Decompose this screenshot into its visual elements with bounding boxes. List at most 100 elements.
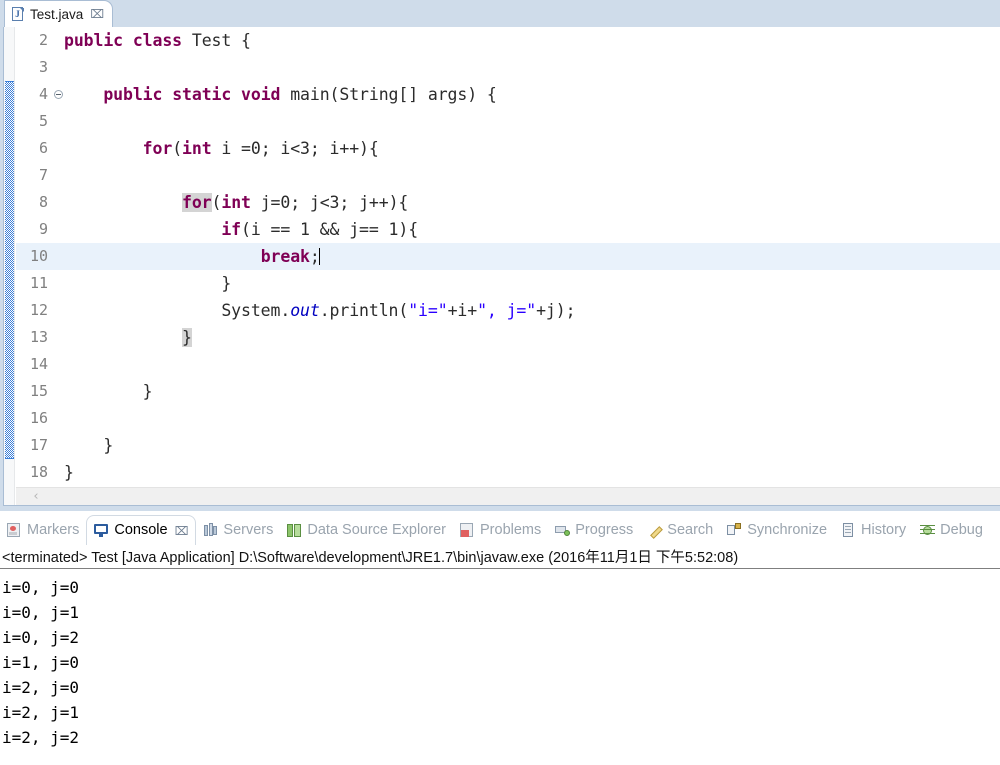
change-bar [5, 81, 14, 459]
code-line-18[interactable]: 18} [16, 459, 1000, 486]
console-icon [94, 523, 109, 538]
editor-tab-bar: J Test.java ⌧ [0, 0, 1000, 27]
line-number: 3 [38, 58, 48, 76]
line-number: 10 [29, 247, 48, 265]
code-line-6[interactable]: 6 for(int i =0; i<3; i++){ [16, 135, 1000, 162]
view-tab-label: Data Source Explorer [307, 521, 446, 538]
code-line-8[interactable]: 8 for(int j=0; j<3; j++){ [16, 189, 1000, 216]
code-text: System.out.println("i="+i+", j="+j); [64, 301, 576, 320]
view-tab-bar: Markers Console ⌧ Servers Data Source Explor… [0, 515, 1000, 545]
data-source-explorer-icon [287, 523, 302, 538]
code-line-14[interactable]: 14 [16, 351, 1000, 378]
editor-horizontal-scrollbar[interactable]: ‹ [16, 487, 1000, 505]
line-number: 6 [38, 139, 48, 157]
line-number: 8 [38, 193, 48, 211]
line-number: 2 [38, 31, 48, 49]
code-line-9[interactable]: 9 if(i == 1 && j== 1){ [16, 216, 1000, 243]
editor-frame: 2 public class Test { 3 4 public static voi… [3, 27, 1000, 506]
servers-icon [203, 522, 218, 538]
view-tab-progress[interactable]: Progress [548, 515, 640, 545]
code-line-11[interactable]: 11 } [16, 270, 1000, 297]
line-number: 17 [29, 436, 48, 454]
code-line-12[interactable]: 12 System.out.println("i="+i+", j="+j); [16, 297, 1000, 324]
console-output-line: i=0, j=0 [2, 578, 80, 597]
view-tab-problems[interactable]: Problems [453, 515, 548, 545]
line-number: 14 [29, 355, 48, 373]
code-text: public class Test { [64, 31, 251, 50]
view-tab-label: Markers [27, 521, 80, 538]
code-area[interactable]: 2 public class Test { 3 4 public static voi… [16, 27, 1000, 487]
code-line-13[interactable]: 13 } [16, 324, 1000, 351]
vertical-ruler[interactable] [4, 27, 15, 505]
view-tab-markers[interactable]: Markers [0, 515, 86, 545]
text-caret [318, 248, 320, 265]
view-tab-label: Debug [940, 521, 983, 538]
history-icon [841, 522, 856, 538]
view-tab-history[interactable]: History [834, 515, 913, 545]
synchronize-icon [727, 522, 742, 538]
view-tab-label: Synchronize [747, 521, 828, 538]
console-output-line: i=2, j=0 [2, 678, 80, 697]
progress-icon [555, 523, 571, 538]
editor-tab-test-java[interactable]: J Test.java ⌧ [4, 0, 114, 27]
line-number: 15 [29, 382, 48, 400]
code-text: } [64, 274, 232, 293]
console-output-line: i=0, j=1 [2, 603, 80, 622]
close-icon[interactable]: ⌧ [90, 8, 104, 20]
console-output[interactable]: i=0, j=0 i=0, j=1 i=0, j=2 i=1, j=0 i=2, j=0… [0, 571, 1000, 765]
close-icon[interactable]: ⌧ [175, 525, 189, 537]
console-output-line: i=1, j=0 [2, 653, 80, 672]
code-line-16[interactable]: 16 [16, 405, 1000, 432]
view-tab-synchronize[interactable]: Synchronize [720, 515, 834, 545]
line-number: 18 [29, 463, 48, 481]
line-number: 12 [29, 301, 48, 319]
code-line-4[interactable]: 4 public static void main(String[] args)… [16, 81, 1000, 108]
debug-icon [920, 523, 936, 538]
line-number: 7 [38, 166, 48, 184]
line-number: 4 [38, 85, 48, 103]
console-status-line: <terminated> Test [Java Application] D:\… [0, 545, 1000, 569]
view-tab-servers[interactable]: Servers [196, 515, 280, 545]
line-number: 11 [29, 274, 48, 292]
view-tab-label: History [861, 521, 907, 538]
view-tab-label: Console [114, 522, 168, 539]
code-line-17[interactable]: 17 } [16, 432, 1000, 459]
view-tab-debug[interactable]: Debug [913, 515, 990, 545]
fold-collapse-icon[interactable] [54, 90, 63, 99]
code-line-3[interactable]: 3 [16, 54, 1000, 81]
code-line-15[interactable]: 15 } [16, 378, 1000, 405]
code-text: for(int i =0; i<3; i++){ [142, 139, 379, 158]
code-text: for(int j=0; j<3; j++){ [182, 193, 409, 212]
search-icon [647, 523, 662, 538]
code-line-2[interactable]: 2 public class Test { [16, 27, 1000, 54]
view-tab-console[interactable]: Console ⌧ [86, 515, 197, 545]
editor-part: J Test.java ⌧ 2 public class Test { 3 4 pub… [0, 0, 1000, 511]
code-text: } [64, 382, 153, 401]
code-text: public static void main(String[] args) { [103, 85, 497, 104]
markers-icon [7, 522, 22, 538]
code-text: break; [260, 247, 320, 266]
line-number: 13 [29, 328, 48, 346]
java-file-icon: J [12, 7, 25, 21]
line-number: 5 [38, 112, 48, 130]
view-tab-label: Progress [575, 521, 634, 538]
code-line-7[interactable]: 7 [16, 162, 1000, 189]
editor-tab-label: Test.java [30, 6, 84, 22]
problems-icon [460, 522, 475, 538]
code-text: } [64, 463, 74, 482]
console-part: Markers Console ⌧ Servers Data Source Explor… [0, 515, 1000, 765]
code-text: if(i == 1 && j== 1){ [221, 220, 419, 239]
view-tab-label: Problems [480, 521, 542, 538]
view-tab-data-source-explorer[interactable]: Data Source Explorer [280, 515, 453, 545]
scrollbar-thumb[interactable] [56, 489, 196, 505]
code-line-5[interactable]: 5 [16, 108, 1000, 135]
view-tab-search[interactable]: Search [640, 515, 720, 545]
scroll-left-icon[interactable]: ‹ [16, 489, 56, 504]
console-output-line: i=2, j=1 [2, 703, 80, 722]
console-output-line: i=2, j=2 [2, 728, 80, 747]
console-output-line: i=0, j=2 [2, 628, 80, 647]
code-line-10[interactable]: 10 break; [16, 243, 1000, 270]
line-number: 9 [38, 220, 48, 238]
code-text: } [64, 436, 114, 455]
line-number: 16 [29, 409, 48, 427]
